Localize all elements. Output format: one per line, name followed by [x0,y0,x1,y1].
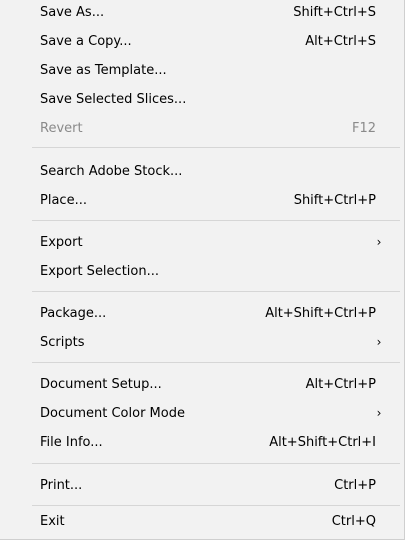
menu-item-save-as-template[interactable]: Save as Template... [0,57,404,84]
menu-separator [32,362,400,363]
menu-item-save-selected-slices[interactable]: Save Selected Slices... [0,86,404,113]
menu-item-package[interactable]: Package... Alt+Shift+Ctrl+P [0,300,404,327]
menu-separator [32,147,400,148]
menu-item-label: Place... [40,193,87,208]
menu-item-search-adobe-stock[interactable]: Search Adobe Stock... [0,158,404,185]
menu-item-document-color-mode[interactable]: Document Color Mode › [0,400,404,427]
menu-item-shortcut: Alt+Ctrl+S [305,34,376,49]
menu-separator [32,463,400,464]
menu-item-exit[interactable]: Exit Ctrl+Q [0,508,404,535]
menu-item-label: Document Color Mode [40,406,185,421]
menu-item-shortcut: Shift+Ctrl+S [293,5,376,20]
menu-item-export-selection[interactable]: Export Selection... [0,258,404,285]
menu-item-label: Save as Template... [40,63,167,78]
menu-item-shortcut: Shift+Ctrl+P [293,193,376,208]
menu-item-shortcut: Ctrl+P [334,478,376,493]
menu-item-label: Scripts [40,335,85,350]
menu-item-shortcut: Ctrl+Q [331,514,376,529]
menu-item-label: Save Selected Slices... [40,92,187,107]
menu-item-document-setup[interactable]: Document Setup... Alt+Ctrl+P [0,371,404,398]
menu-item-file-info[interactable]: File Info... Alt+Shift+Ctrl+I [0,429,404,456]
chevron-right-icon: › [376,335,382,349]
menu-separator [32,220,400,221]
menu-item-label: File Info... [40,435,103,450]
menu-item-shortcut: Alt+Ctrl+P [305,377,376,392]
menu-separator [32,505,400,506]
menu-item-label: Exit [40,514,65,529]
menu-item-revert[interactable]: Revert F12 [0,115,404,142]
chevron-right-icon: › [376,406,382,420]
menu-separator [32,291,400,292]
chevron-right-icon: › [376,235,382,249]
menu-item-save-as[interactable]: Save As... Shift+Ctrl+S [0,0,404,26]
menu-item-label: Save a Copy... [40,34,132,49]
file-menu: Save As... Shift+Ctrl+S Save a Copy... A… [0,0,405,540]
menu-item-label: Document Setup... [40,377,162,392]
menu-item-label: Print... [40,478,83,493]
menu-item-label: Export [40,235,83,250]
menu-item-save-a-copy[interactable]: Save a Copy... Alt+Ctrl+S [0,28,404,55]
menu-item-print[interactable]: Print... Ctrl+P [0,472,404,499]
menu-item-place[interactable]: Place... Shift+Ctrl+P [0,187,404,214]
menu-item-label: Package... [40,306,107,321]
menu-item-label: Export Selection... [40,264,159,279]
menu-item-shortcut: Alt+Shift+Ctrl+I [269,435,376,450]
menu-item-label: Revert [40,121,83,136]
menu-item-shortcut: F12 [351,121,376,136]
menu-item-scripts[interactable]: Scripts › [0,329,404,356]
menu-item-label: Search Adobe Stock... [40,164,183,179]
menu-item-export[interactable]: Export › [0,229,404,256]
menu-item-label: Save As... [40,5,105,20]
menu-item-shortcut: Alt+Shift+Ctrl+P [265,306,376,321]
